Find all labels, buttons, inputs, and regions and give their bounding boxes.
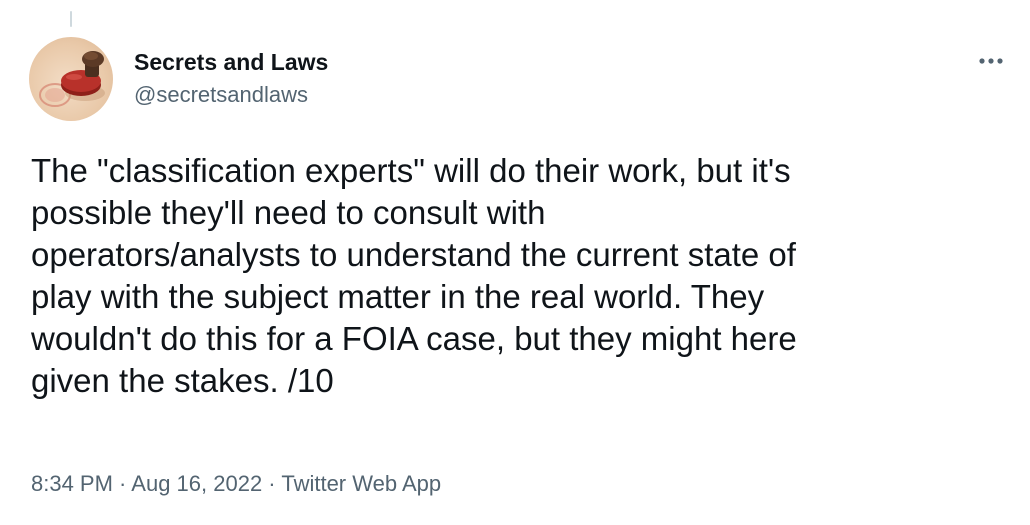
- author-display-name[interactable]: Secrets and Laws: [134, 48, 328, 76]
- meta-separator: ·: [262, 471, 282, 496]
- thread-connector-line: [70, 11, 72, 27]
- tweet-date-link[interactable]: Aug 16, 2022: [131, 471, 262, 496]
- author-block: Secrets and Laws @secretsandlaws: [134, 48, 328, 109]
- meta-separator: ·: [112, 471, 132, 496]
- tweet-card: Secrets and Laws @secretsandlaws The "cl…: [0, 0, 1030, 525]
- rubber-stamp-icon: [39, 51, 105, 107]
- more-horizontal-icon: [979, 58, 1003, 64]
- more-options-button[interactable]: [975, 48, 1009, 74]
- tweet-text: The "classification experts" will do the…: [31, 152, 797, 399]
- avatar[interactable]: [29, 37, 113, 121]
- tweet-source-link[interactable]: Twitter Web App: [281, 471, 441, 496]
- tweet-time-link[interactable]: 8:34 PM: [31, 471, 113, 496]
- tweet-metadata: 8:34 PM · Aug 16, 2022 · Twitter Web App: [31, 470, 441, 498]
- author-handle[interactable]: @secretsandlaws: [134, 81, 328, 109]
